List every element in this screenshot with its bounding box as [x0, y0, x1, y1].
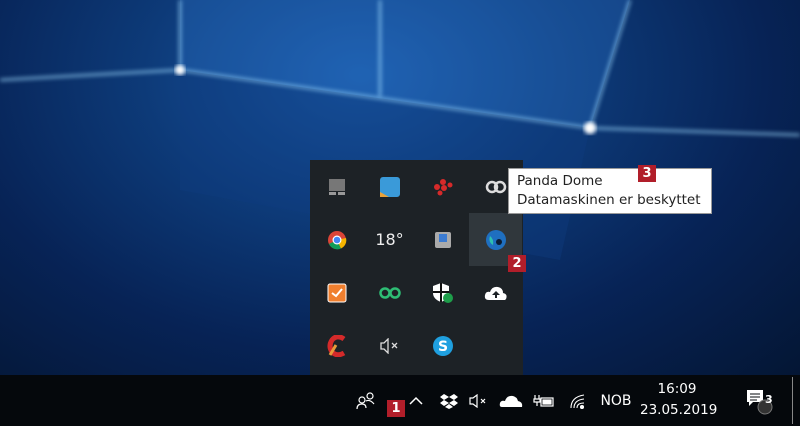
taskbar: 1 NOB 16:09 23.05.2019 3: [0, 375, 800, 426]
volume-mute-icon[interactable]: [363, 319, 416, 372]
battery-charging-icon[interactable]: [530, 375, 558, 426]
panda-tooltip: Panda Dome Datamaskinen er beskyttet: [508, 168, 712, 214]
clock-time: 16:09: [657, 381, 697, 397]
volume-mute-icon[interactable]: [467, 375, 491, 426]
dropbox-icon[interactable]: [437, 375, 461, 426]
skype-icon[interactable]: S: [416, 319, 469, 372]
action-center-button[interactable]: 3: [740, 375, 776, 426]
app-blue-icon[interactable]: [363, 160, 416, 213]
ccleaner-icon[interactable]: [310, 319, 363, 372]
weather-icon[interactable]: 18°: [363, 213, 416, 266]
onedrive-icon[interactable]: [497, 375, 525, 426]
svg-text:S: S: [437, 339, 447, 355]
tray-overflow-flyout: 18° S: [310, 160, 523, 375]
tooltip-status: Datamaskinen er beskyttet: [517, 192, 701, 208]
drive-icon[interactable]: [416, 213, 469, 266]
callout-badge-3: 3: [638, 165, 656, 182]
clock[interactable]: 16:09 23.05.2019: [640, 379, 718, 421]
clock-date: 23.05.2019: [640, 402, 718, 418]
notification-count: 3: [765, 393, 773, 406]
defender-shield-icon[interactable]: [416, 266, 469, 319]
people-icon[interactable]: [353, 375, 379, 426]
show-hidden-icons-chevron-icon[interactable]: [404, 375, 428, 426]
tooltip-title: Panda Dome: [517, 173, 603, 189]
chrome-icon[interactable]: [310, 213, 363, 266]
language-indicator[interactable]: NOB: [597, 375, 635, 426]
cloud-upload-icon[interactable]: [469, 266, 522, 319]
display-icon[interactable]: [310, 160, 363, 213]
weather-temp: 18°: [375, 230, 404, 249]
link-icon[interactable]: [363, 266, 416, 319]
callout-badge-2: 2: [508, 255, 526, 272]
cluster-icon[interactable]: [416, 160, 469, 213]
show-desktop-divider[interactable]: [792, 377, 793, 424]
wifi-icon[interactable]: [565, 375, 591, 426]
callout-badge-1: 1: [387, 400, 405, 417]
task-check-icon[interactable]: [310, 266, 363, 319]
